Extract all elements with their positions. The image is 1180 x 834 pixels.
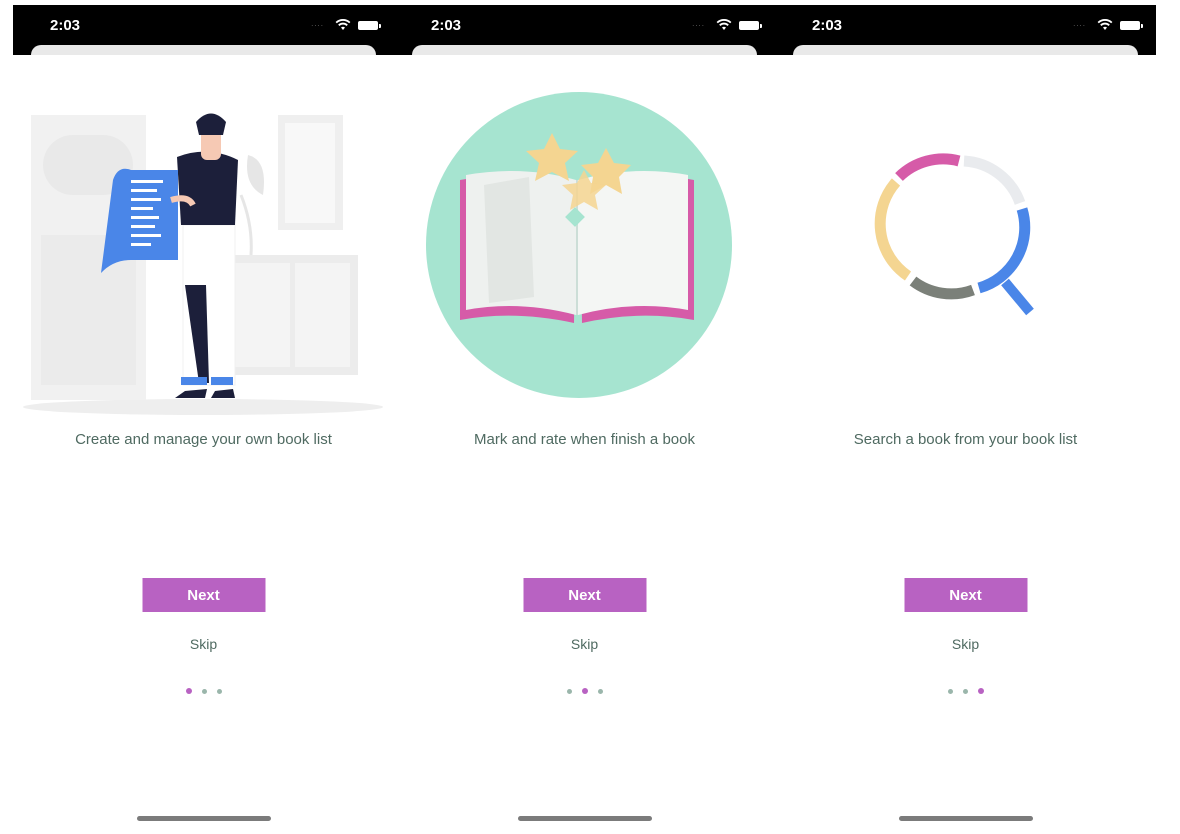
page-indicator <box>394 688 775 694</box>
home-indicator[interactable] <box>136 816 271 821</box>
wifi-icon <box>335 19 351 30</box>
next-button[interactable]: Next <box>523 578 646 612</box>
skip-link[interactable]: Skip <box>13 636 394 652</box>
page-indicator <box>13 688 394 694</box>
onboarding-screen-2: 2:03 .... Mark and rate when finish a bo… <box>394 5 775 834</box>
onboarding-screen-1: 2:03 .... Create and manage your own boo… <box>13 5 394 834</box>
signal-icon: .... <box>311 19 324 28</box>
next-button[interactable]: Next <box>904 578 1027 612</box>
next-button[interactable]: Next <box>142 578 265 612</box>
page-dot-3[interactable] <box>597 689 603 694</box>
page-dot-3[interactable] <box>216 689 222 694</box>
person-reading-list-illustration <box>23 113 383 415</box>
open-book-stars-illustration <box>426 92 732 398</box>
page-dot-2[interactable] <box>201 689 207 694</box>
page-dot-2[interactable] <box>581 688 588 694</box>
page-indicator <box>775 688 1156 694</box>
page-dot-2[interactable] <box>962 689 968 694</box>
status-time: 2:03 <box>431 17 462 34</box>
wifi-icon <box>1097 19 1113 30</box>
onboarding-caption: Create and manage your own book list <box>75 431 332 448</box>
battery-icon <box>1120 21 1143 30</box>
skip-link[interactable]: Skip <box>394 636 775 652</box>
home-indicator[interactable] <box>517 816 652 821</box>
status-time: 2:03 <box>50 17 81 34</box>
battery-icon <box>739 21 762 30</box>
onboarding-caption: Search a book from your book list <box>853 431 1078 448</box>
signal-icon: .... <box>692 19 705 28</box>
page-dot-1[interactable] <box>185 688 192 694</box>
home-indicator[interactable] <box>898 816 1033 821</box>
search-magnifier-illustration <box>874 153 1034 316</box>
battery-icon <box>358 21 381 30</box>
onboarding-screen-3: 2:03 .... Search a book from your book l… <box>775 5 1156 834</box>
wifi-icon <box>716 19 732 30</box>
page-dot-3[interactable] <box>977 688 984 694</box>
onboarding-caption: Mark and rate when finish a book <box>474 431 695 448</box>
page-dot-1[interactable] <box>566 689 572 694</box>
signal-icon: .... <box>1073 19 1086 28</box>
status-time: 2:03 <box>812 17 843 34</box>
page-dot-1[interactable] <box>947 689 953 694</box>
skip-link[interactable]: Skip <box>775 636 1156 652</box>
